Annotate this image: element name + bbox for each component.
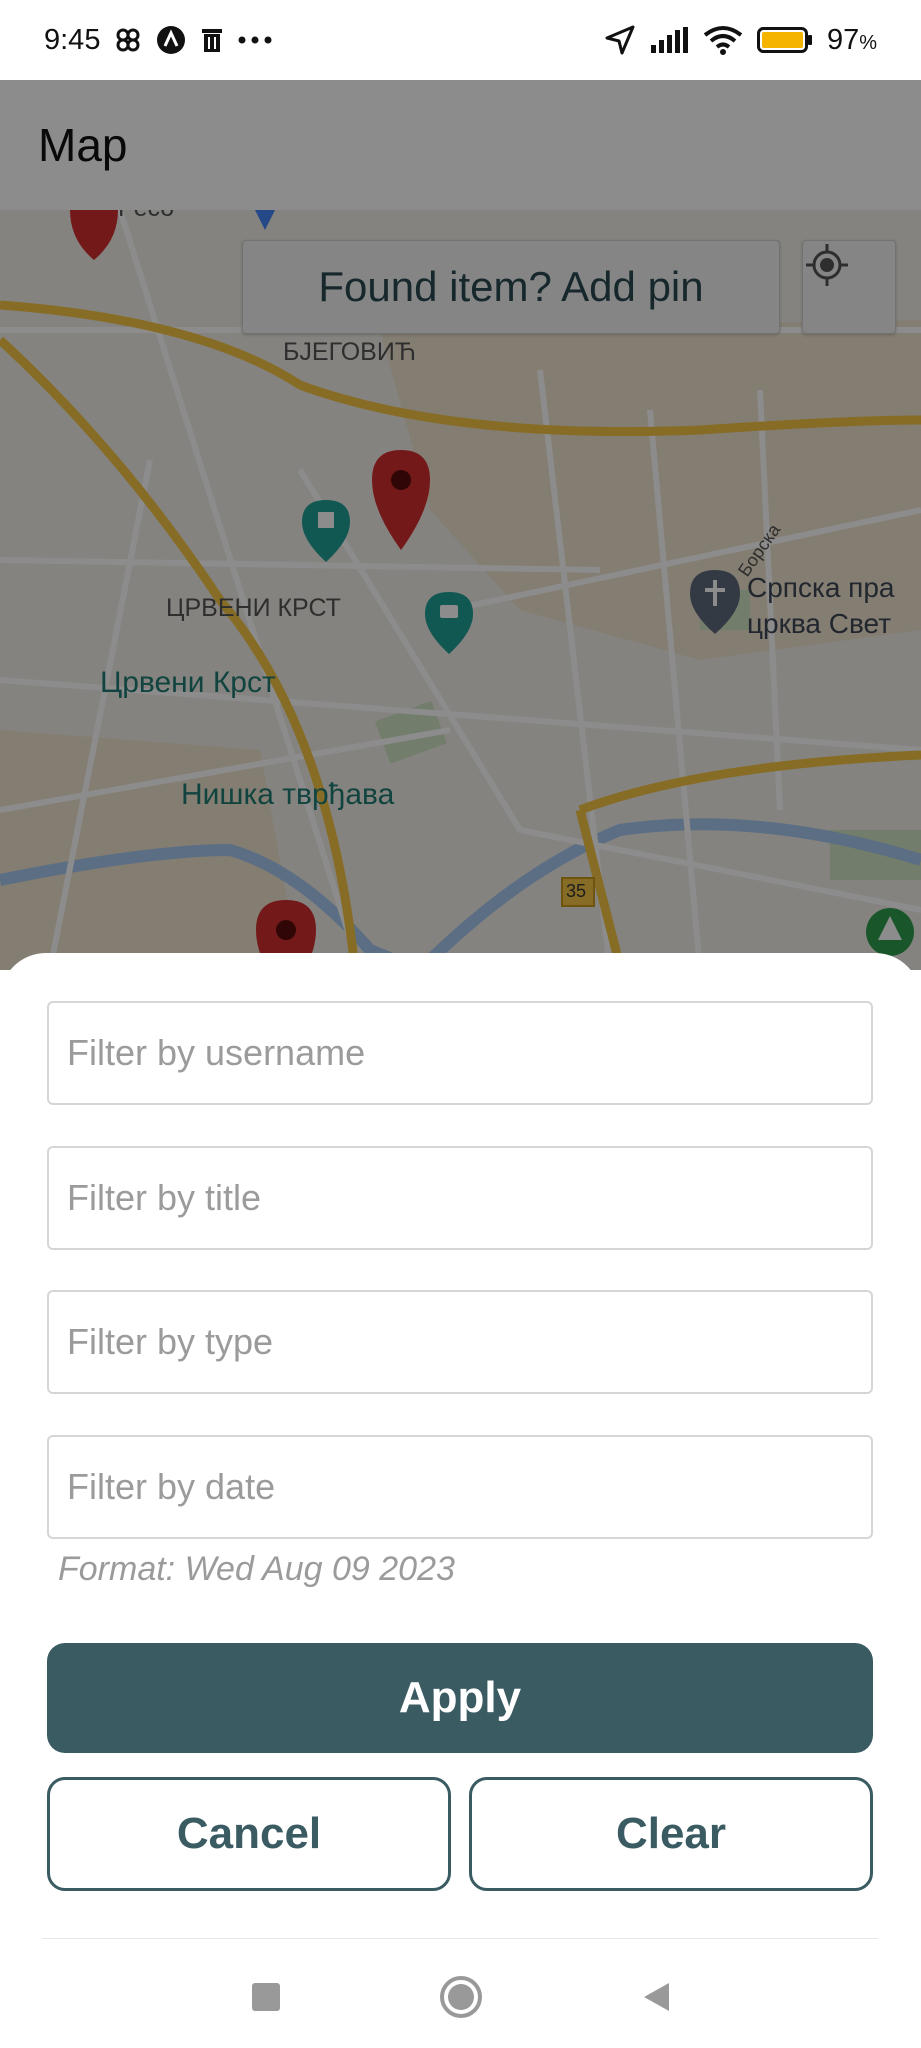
status-bar-right: 97% (605, 24, 877, 57)
recents-button[interactable] (236, 1969, 296, 2029)
fortress-poi-icon[interactable] (302, 500, 350, 562)
location-arrow-icon (605, 25, 635, 55)
status-bar: 9:45 97% (0, 0, 921, 80)
circle-icon (439, 1975, 483, 2024)
museum-poi-icon[interactable] (425, 592, 473, 654)
pinwheel-icon (114, 26, 142, 54)
add-pin-button[interactable]: Found item? Add pin (242, 240, 780, 334)
apply-button[interactable]: Apply (47, 1643, 873, 1753)
map-view[interactable]: Ресо БЈЕГОВИЋ ЦРВЕНИ КРСТ Црвени Крст Ни… (0, 210, 921, 970)
map-label-crveni-krst-poi: Црвени Крст (100, 666, 276, 699)
clear-button[interactable]: Clear (469, 1777, 873, 1891)
more-icon (238, 35, 272, 45)
park-poi-icon[interactable] (866, 908, 914, 956)
map-label-crveni-krst-district: ЦРВЕНИ КРСТ (166, 594, 341, 622)
map-label-church-2: црква Свет (747, 608, 892, 639)
map-pin-1[interactable] (70, 210, 118, 260)
date-filter-input[interactable] (47, 1435, 873, 1539)
title-filter-input[interactable] (47, 1146, 873, 1250)
home-button[interactable] (431, 1969, 491, 2029)
back-button[interactable] (626, 1969, 686, 2029)
status-time: 9:45 (44, 23, 101, 56)
cancel-button[interactable]: Cancel (47, 1777, 451, 1891)
map-label-fortress: Нишка тврђава (181, 778, 395, 811)
page-title: Map (38, 119, 128, 171)
triangle-back-icon (641, 1981, 671, 2018)
a-circle-icon (156, 25, 186, 55)
system-nav-bar (0, 1950, 921, 2048)
username-filter-input[interactable] (47, 1001, 873, 1105)
type-filter-input[interactable] (47, 1290, 873, 1394)
date-format-hint: Format: Wed Aug 09 2023 (58, 1550, 455, 1588)
battery-icon (756, 26, 813, 54)
trash-icon (200, 26, 224, 54)
road-35-label: 35 (566, 881, 587, 901)
map-label-church-1: Српска пра (747, 572, 895, 603)
status-bar-left: 9:45 (44, 24, 272, 57)
my-location-button[interactable] (802, 240, 896, 334)
square-icon (251, 1982, 281, 2017)
signal-icon (649, 27, 689, 53)
map-pin-2[interactable] (372, 450, 430, 550)
map-label-top: Ресо (118, 210, 174, 223)
app-bar: Map (0, 80, 921, 210)
nav-divider (42, 1938, 878, 1939)
wifi-icon (703, 25, 743, 55)
battery-percent: 97% (826, 23, 877, 56)
map-label-bjegovic: БЈЕГОВИЋ (283, 338, 417, 366)
